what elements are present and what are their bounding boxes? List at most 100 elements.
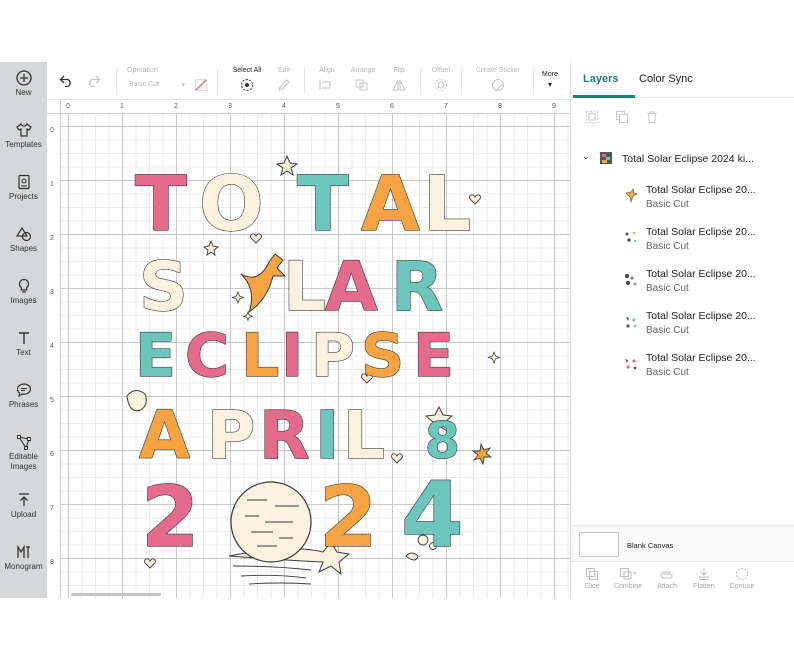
layer-row[interactable]: Total Solar Eclipse 20... Basic Cut	[571, 306, 794, 346]
sparkle-icon	[487, 350, 501, 365]
duplicate-icon[interactable]	[615, 110, 629, 124]
blank-canvas-row[interactable]: Blank Canvas	[571, 525, 794, 561]
artwork-line-2: S L A R	[138, 247, 444, 327]
trash-icon[interactable]	[645, 110, 659, 124]
group-name: Total Solar Eclipse 2024 ki...	[622, 153, 754, 165]
flip-group[interactable]: Flip	[385, 66, 413, 98]
ruler-tick-label: 1	[50, 181, 54, 188]
layer-operation: Basic Cut	[646, 241, 689, 252]
sidebar-item-text[interactable]: Text	[0, 322, 47, 374]
letter-l: L	[343, 397, 385, 474]
more-group[interactable]: More ▾	[537, 66, 563, 98]
flatten-button[interactable]: Flatten	[686, 567, 722, 590]
editable-image-icon	[16, 435, 31, 450]
chevron-down-icon: ▾	[181, 82, 185, 89]
letter-p: P	[311, 321, 355, 391]
ruler-tick-label: 6	[50, 451, 54, 458]
group-icon[interactable]	[585, 110, 599, 124]
slice-button[interactable]: Slice	[574, 567, 610, 590]
ruler-tick-label: 5	[50, 397, 54, 404]
lightbulb-icon	[18, 278, 29, 293]
layer-operation: Basic Cut	[646, 325, 689, 336]
attach-label: Attach	[657, 583, 677, 590]
sidebar-item-monogram[interactable]: Monogram	[0, 536, 47, 588]
layer-row[interactable]: Total Solar Eclipse 20... Basic Cut	[571, 222, 794, 262]
combine-button[interactable]: Combine	[610, 567, 646, 590]
color-swatch-icon[interactable]	[195, 79, 207, 91]
tab-layers[interactable]: Layers	[583, 73, 618, 85]
ruler-left: 0 1 2 3 4 5 6 7 8	[47, 114, 61, 598]
layer-thumbnail	[625, 231, 637, 243]
active-tab-indicator	[573, 95, 635, 98]
create-sticker-group[interactable]: Create Sticker	[467, 66, 529, 98]
attach-button[interactable]: Attach	[649, 567, 685, 590]
layer-group-row[interactable]: ⌄ Total Solar Eclipse 2024 ki...	[571, 146, 794, 172]
sidebar-item-new[interactable]: New	[0, 62, 47, 114]
upload-icon	[18, 493, 29, 506]
letter-a: A	[325, 248, 378, 327]
layer-row[interactable]: Total Solar Eclipse 20... Basic Cut	[571, 348, 794, 388]
layer-operation: Basic Cut	[646, 367, 689, 378]
flatten-icon	[699, 568, 709, 580]
redo-icon[interactable]	[87, 75, 101, 87]
contour-button[interactable]: Contour	[724, 567, 760, 590]
flip-icon	[392, 79, 406, 91]
sidebar-label: Text	[16, 348, 31, 357]
horizontal-scrollbar[interactable]	[71, 593, 161, 596]
toolbar-divider	[420, 68, 421, 94]
heart-icon	[391, 453, 403, 464]
sidebar-label: New	[15, 88, 32, 97]
letter-r: R	[259, 397, 310, 474]
left-sidebar: New Templates Projects Shapes Images Tex…	[0, 62, 47, 598]
sidebar-item-images[interactable]: Images	[0, 270, 47, 322]
select-all-group[interactable]: Select All	[225, 66, 269, 98]
sidebar-item-editable-images[interactable]: Editable Images	[0, 426, 47, 482]
sidebar-item-upload[interactable]: Upload	[0, 484, 47, 536]
letter-e: E	[413, 321, 454, 391]
arrange-icon	[355, 79, 368, 91]
sparkle-icon	[231, 290, 245, 305]
tab-color-sync[interactable]: Color Sync	[639, 73, 693, 85]
ruler-corner	[47, 100, 61, 114]
ruler-tick-label: 5	[336, 103, 340, 110]
canvas-swatch[interactable]	[579, 532, 619, 557]
letter-s: S	[361, 321, 404, 391]
layer-name: Total Solar Eclipse 20...	[646, 310, 756, 322]
flatten-label: Flatten	[693, 583, 715, 590]
sidebar-item-templates[interactable]: Templates	[0, 114, 47, 166]
layer-row[interactable]: Total Solar Eclipse 20... Basic Cut	[571, 180, 794, 220]
shooting-star-icon	[240, 253, 287, 314]
sidebar-item-shapes[interactable]: Shapes	[0, 218, 47, 270]
edit-group[interactable]: Edit	[271, 66, 297, 98]
design-space-app: New Templates Projects Shapes Images Tex…	[0, 62, 794, 598]
letter-a: A	[139, 397, 190, 474]
operation-select[interactable]: Basic Cut ▾	[127, 79, 185, 93]
align-group[interactable]: Align	[312, 66, 342, 98]
layer-thumbnail	[625, 274, 637, 286]
ruler-tick-label: 7	[444, 103, 448, 110]
chevron-down-icon[interactable]: ⌄	[582, 151, 590, 162]
sidebar-label: Shapes	[9, 244, 38, 253]
offset-group[interactable]: Offset	[427, 66, 455, 98]
ruler-tick-label: 9	[552, 103, 556, 110]
letter-l: L	[283, 248, 326, 327]
shirt-icon	[15, 123, 32, 137]
eclipse-artwork[interactable]: T O T A L S L A R E C L I P S E A P R I …	[61, 114, 570, 598]
letter-o: O	[199, 159, 264, 248]
design-canvas[interactable]: T O T A L S L A R E C L I P S E A P R I …	[61, 114, 570, 598]
top-toolbar: Operation Basic Cut ▾ Select All Edit Al…	[47, 62, 570, 100]
sparkle-icon	[242, 310, 254, 322]
layer-row[interactable]: Total Solar Eclipse 20... Basic Cut	[571, 264, 794, 304]
undo-icon[interactable]	[59, 75, 73, 87]
digit-8: 8	[425, 412, 460, 470]
sidebar-item-phrases[interactable]: Phrases	[0, 374, 47, 426]
letter-r: R	[391, 248, 443, 327]
ruler-tick-label: 2	[50, 235, 54, 242]
more-label: More	[542, 71, 558, 78]
group-thumbnail	[600, 152, 612, 164]
arrange-group[interactable]: Arrange	[345, 66, 381, 98]
letter-e: E	[135, 321, 176, 391]
align-label: Align	[319, 67, 335, 74]
sidebar-item-projects[interactable]: Projects	[0, 166, 47, 218]
sidebar-label: Phrases	[8, 400, 39, 409]
